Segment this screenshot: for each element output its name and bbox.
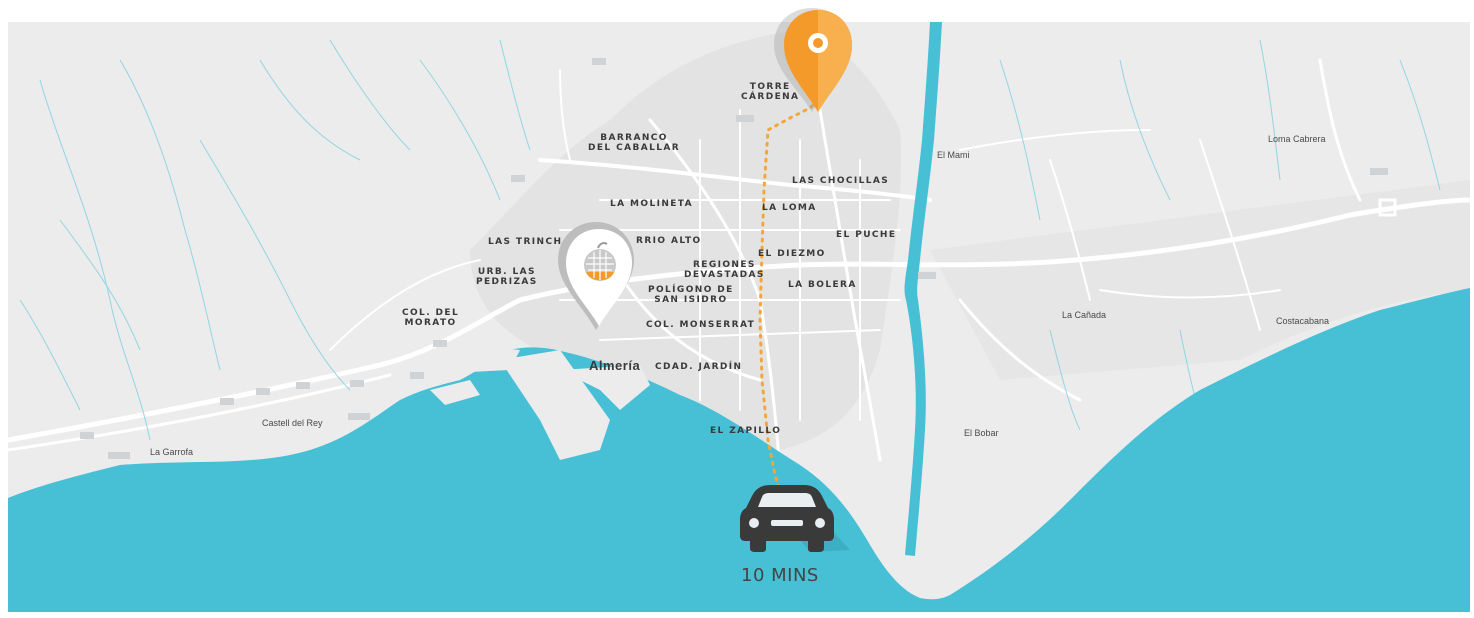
label-loma-cabrera: Loma Cabrera xyxy=(1268,134,1326,144)
label-la-loma: LA LOMA xyxy=(762,203,817,213)
label-castell-del-rey: Castell del Rey xyxy=(262,418,323,428)
label-las-trinch: LAS TRINCH xyxy=(488,237,563,247)
label-barranco-del-caballar: BARRANCO DEL CABALLAR xyxy=(588,133,681,153)
label-el-bobar: El Bobar xyxy=(964,428,999,438)
label-la-molineta: LA MOLINETA xyxy=(610,199,694,209)
label-la-canada: La Cañada xyxy=(1062,310,1107,320)
label-almeria: Almería xyxy=(589,358,641,373)
label-torrecardenas: TORRE CÁRDENA xyxy=(741,82,800,102)
label-poligono-san-isidro: POLÍGONO DE SAN ISIDRO xyxy=(648,285,734,305)
label-la-bolera: LA BOLERA xyxy=(788,280,857,290)
label-costacabana: Costacabana xyxy=(1276,316,1330,326)
label-el-puche: EL PUCHE xyxy=(836,230,897,240)
label-el-diezmo: EL DIEZMO xyxy=(758,249,826,259)
map-container[interactable]: TORRE CÁRDENA BARRANCO DEL CABALLAR LAS … xyxy=(0,0,1474,618)
map-canvas xyxy=(5,8,1473,612)
label-cdad-jardin: CDAD. JARDÍN xyxy=(655,362,743,372)
label-urb-las-pedrizas: URB. LAS PEDRIZAS xyxy=(476,267,538,287)
label-col-monserrat: COL. MONSERRAT xyxy=(646,320,756,330)
label-el-mami: El Mami xyxy=(937,150,970,160)
label-barrio-alto: RRIO ALTO xyxy=(636,236,702,246)
label-regiones-devastadas: REGIONES DEVASTADAS xyxy=(684,260,765,280)
travel-time-label: 10 MINS xyxy=(741,565,819,586)
label-col-del-morato: COL. DEL MORATO xyxy=(402,308,460,328)
label-la-garrofa: La Garrofa xyxy=(150,447,194,457)
label-el-zapillo: EL ZAPILLO xyxy=(710,426,782,436)
label-las-chocillas: LAS CHOCILLAS xyxy=(792,176,890,186)
